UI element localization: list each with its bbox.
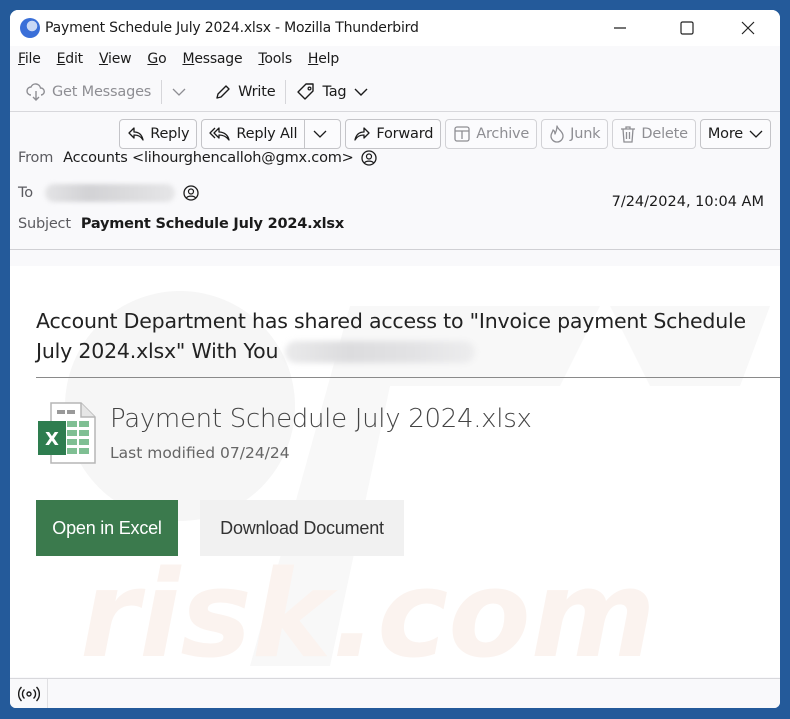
message-date: 7/24/2024, 10:04 AM: [611, 194, 764, 210]
maximize-icon: [680, 21, 694, 35]
menu-label: ile: [24, 51, 41, 67]
more-button[interactable]: More: [699, 119, 771, 149]
write-button[interactable]: Write: [208, 77, 281, 107]
menu-view[interactable]: View: [98, 51, 132, 67]
svg-text:risk.com: risk.com: [80, 546, 656, 676]
reply-all-main[interactable]: Reply All: [202, 120, 306, 148]
message-actions: Reply Reply All Forward Archive Junk Del…: [115, 119, 771, 149]
file-name: Payment Schedule July 2024.xlsx: [110, 404, 532, 434]
tag-button[interactable]: Tag: [290, 77, 380, 107]
thunderbird-icon: [20, 18, 40, 38]
close-button[interactable]: [718, 10, 778, 46]
subject-value: Payment Schedule July 2024.xlsx: [80, 216, 344, 232]
archive-icon: [454, 126, 470, 142]
divider: [36, 377, 780, 378]
archive-label: Archive: [476, 126, 530, 142]
trash-icon: [621, 126, 636, 143]
menu-message[interactable]: Message: [182, 51, 242, 67]
file-last-modified: Last modified 07/24/24: [110, 444, 290, 462]
flame-icon: [550, 125, 564, 143]
chevron-down-icon: [354, 88, 368, 96]
main-toolbar: Get Messages Write Tag: [10, 72, 780, 112]
contact-icon[interactable]: [183, 185, 199, 201]
menu-tools[interactable]: Tools: [258, 51, 292, 67]
minimize-button[interactable]: [590, 10, 650, 46]
subject-label: Subject: [18, 216, 71, 232]
recipient-redacted: [284, 341, 475, 363]
reply-all-button[interactable]: Reply All: [201, 119, 342, 149]
reply-icon: [128, 127, 144, 141]
activity-icon: [17, 686, 40, 701]
archive-button[interactable]: Archive: [445, 119, 538, 149]
menu-accel: M: [182, 51, 195, 67]
tag-icon: [297, 82, 315, 100]
reply-all-dropdown[interactable]: [305, 120, 340, 148]
menu-go[interactable]: Go: [147, 51, 166, 67]
from-row: From Accounts <lihourghencalloh@gmx.com>: [18, 150, 377, 166]
menu-label: dit: [65, 51, 83, 67]
open-in-excel-button[interactable]: Open in Excel: [36, 500, 178, 556]
minimize-icon: [614, 27, 626, 29]
to-value-redacted[interactable]: [44, 184, 175, 202]
menu-label: o: [158, 51, 167, 67]
menu-label: essage: [194, 51, 243, 67]
share-message: Account Department has shared access to …: [36, 306, 756, 366]
forward-label: Forward: [376, 126, 434, 142]
window-title: Payment Schedule July 2024.xlsx - Mozill…: [45, 20, 419, 36]
reply-button[interactable]: Reply: [119, 119, 198, 149]
write-label: Write: [238, 83, 276, 100]
get-messages-button[interactable]: Get Messages: [20, 77, 157, 107]
reply-all-label: Reply All: [236, 126, 298, 142]
menu-label: ools: [264, 51, 292, 67]
pencil-icon: [216, 84, 230, 99]
chevron-down-icon: [313, 130, 327, 138]
chevron-down-icon: [172, 88, 186, 96]
activity-button[interactable]: [10, 679, 48, 708]
to-label: To: [18, 185, 33, 201]
junk-label: Junk: [570, 126, 601, 142]
menu-bar: File Edit View Go Message Tools Help: [10, 46, 780, 72]
menu-file[interactable]: File: [18, 51, 41, 67]
get-messages-label: Get Messages: [52, 83, 152, 100]
thunderbird-window: Payment Schedule July 2024.xlsx - Mozill…: [10, 10, 780, 708]
more-label: More: [707, 126, 743, 142]
menu-label: elp: [318, 51, 340, 67]
separator: [285, 79, 287, 104]
forward-icon: [354, 127, 370, 141]
tag-label: Tag: [322, 83, 347, 100]
close-icon: [741, 21, 755, 35]
maximize-button[interactable]: [657, 10, 717, 46]
download-document-button[interactable]: Download Document: [200, 500, 404, 556]
title-bar: Payment Schedule July 2024.xlsx - Mozill…: [10, 10, 780, 46]
menu-accel: F: [18, 51, 25, 67]
menu-accel: H: [307, 51, 319, 67]
contact-icon[interactable]: [360, 150, 377, 166]
subject-row: Subject Payment Schedule July 2024.xlsx: [18, 216, 344, 232]
svg-text:X: X: [45, 429, 59, 450]
from-value[interactable]: Accounts <lihourghencalloh@gmx.com>: [63, 150, 354, 166]
delete-button[interactable]: Delete: [612, 119, 696, 149]
menu-accel: G: [147, 51, 159, 67]
excel-file-icon: X: [38, 402, 96, 464]
junk-button[interactable]: Junk: [541, 119, 609, 149]
reply-all-icon: [209, 127, 231, 141]
menu-label: iew: [108, 51, 132, 67]
menu-help[interactable]: Help: [308, 51, 339, 67]
to-row: To: [18, 184, 199, 202]
message-header: Reply Reply All Forward Archive Junk Del…: [10, 112, 780, 250]
get-messages-dropdown[interactable]: [166, 77, 198, 107]
chevron-down-icon: [749, 130, 763, 138]
menu-accel: E: [56, 51, 66, 67]
message-body: risk.com Account Department has shared a…: [10, 266, 780, 677]
separator: [161, 79, 163, 104]
reply-label: Reply: [150, 126, 190, 142]
cloud-download-icon: [26, 82, 45, 101]
delete-label: Delete: [641, 126, 688, 142]
menu-edit[interactable]: Edit: [56, 51, 84, 67]
status-bar: [10, 678, 780, 708]
menu-accel: V: [98, 51, 109, 67]
forward-button[interactable]: Forward: [345, 119, 442, 149]
from-label: From: [18, 150, 54, 166]
